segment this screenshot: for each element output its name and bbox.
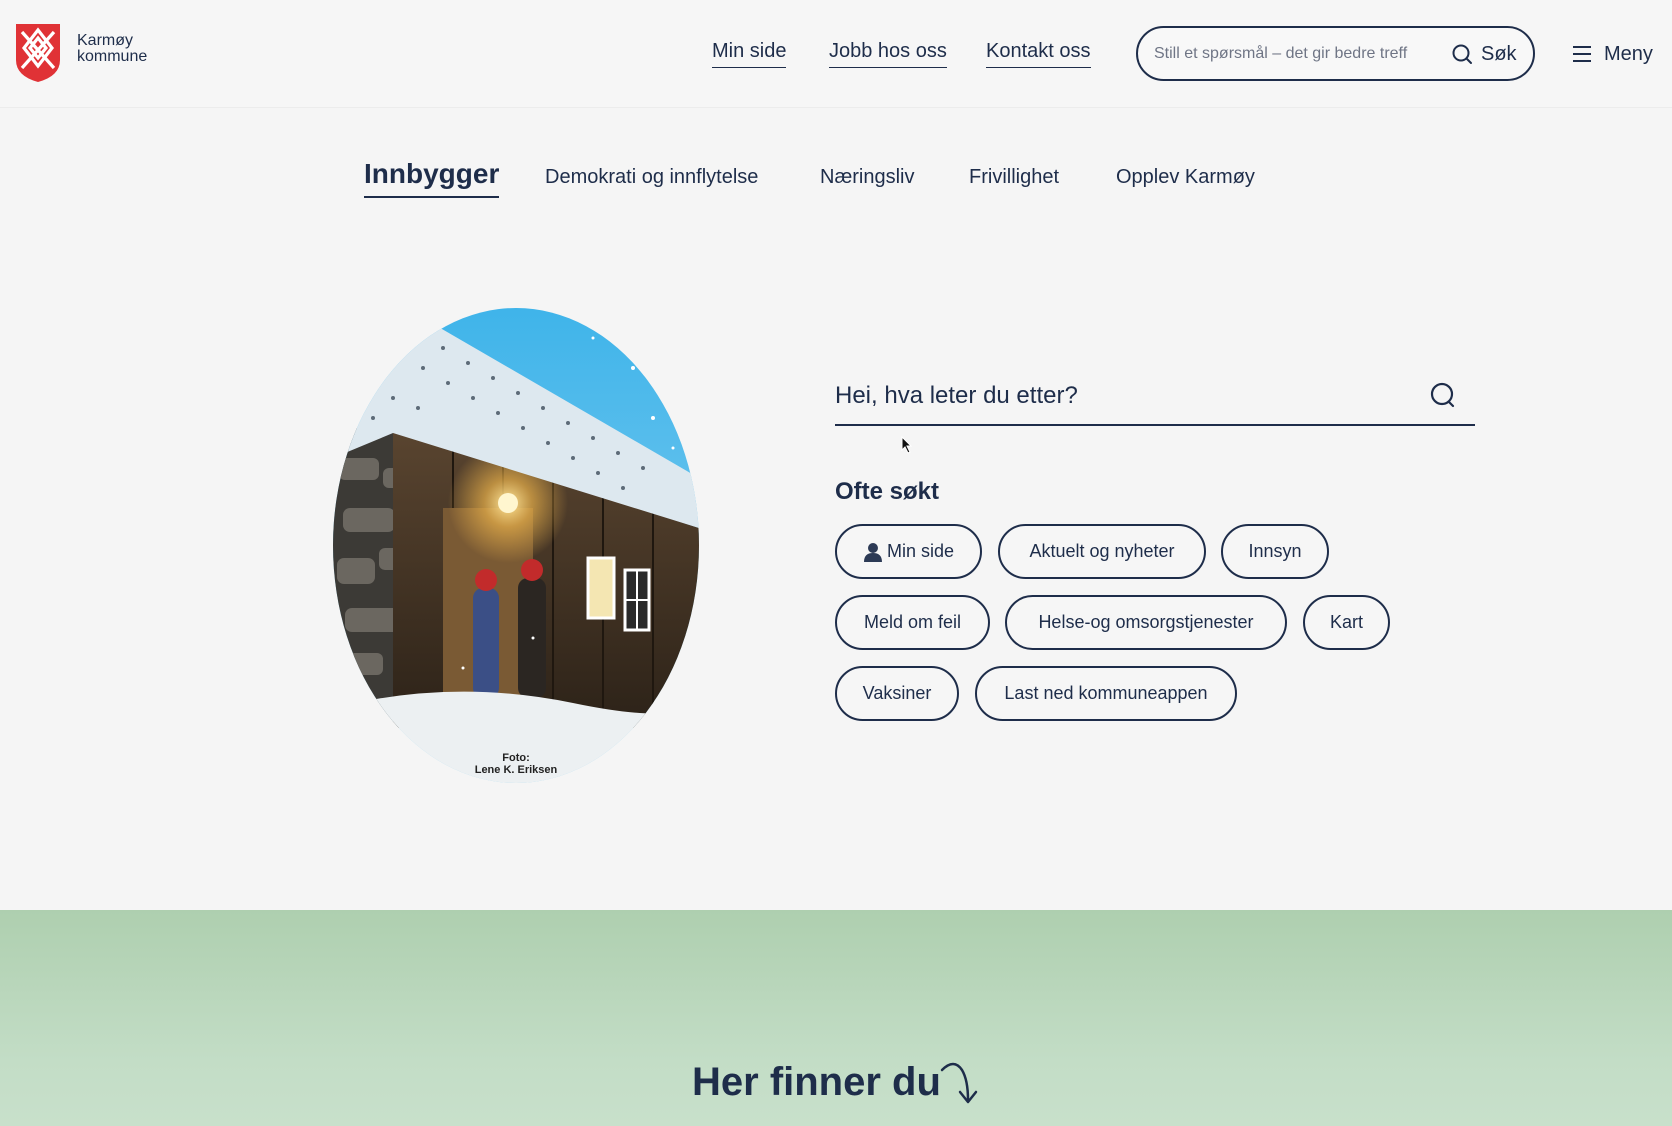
chip-helse-og-omsorgstjenester[interactable]: Helse-og omsorgstjenester bbox=[1005, 595, 1287, 650]
chip-min-side[interactable]: Min side bbox=[835, 524, 982, 579]
nav-kontakt-oss[interactable]: Kontakt oss bbox=[986, 40, 1091, 68]
menu-button[interactable]: Meny bbox=[1572, 40, 1653, 68]
chip-label: Min side bbox=[886, 541, 954, 561]
tab-naeringsliv[interactable]: Næringsliv bbox=[820, 166, 914, 189]
chip-label: Aktuelt og nyheter bbox=[1029, 541, 1175, 561]
tab-opplev-karmoy[interactable]: Opplev Karmøy bbox=[1116, 166, 1255, 189]
site-header: Karmøy kommune Min side Jobb hos oss Kon… bbox=[0, 0, 1672, 108]
photo-credit-name: Lene K. Eriksen bbox=[474, 764, 558, 776]
menu-label: Meny bbox=[1604, 42, 1653, 65]
nav-jobb-hos-oss[interactable]: Jobb hos oss bbox=[829, 40, 947, 68]
mouse-cursor-icon bbox=[901, 436, 913, 454]
coat-of-arms-icon bbox=[16, 24, 60, 82]
photo-credit: Foto: Lene K. Eriksen bbox=[333, 752, 699, 776]
karmoy-logo[interactable]: Karmøy kommune bbox=[14, 22, 164, 84]
curved-arrow-down-icon bbox=[940, 1062, 978, 1104]
logo-text: Karmøy kommune bbox=[77, 33, 147, 65]
tab-demokrati[interactable]: Demokrati og innflytelse bbox=[545, 166, 758, 189]
header-search-button[interactable]: Søk bbox=[1451, 38, 1517, 70]
chip-vaksiner[interactable]: Vaksiner bbox=[835, 666, 959, 721]
chip-label: Meld om feil bbox=[863, 612, 962, 632]
nav-min-side[interactable]: Min side bbox=[712, 40, 787, 68]
person-icon bbox=[863, 542, 882, 562]
search-icon bbox=[1452, 44, 1472, 64]
main-search-box bbox=[835, 372, 1475, 426]
main-search-input[interactable] bbox=[835, 378, 1395, 414]
chip-innsyn[interactable]: Innsyn bbox=[1221, 524, 1329, 579]
tab-frivillighet[interactable]: Frivillighet bbox=[969, 166, 1059, 189]
often-searched-title: Ofte søkt bbox=[835, 478, 940, 505]
section-title: Her finner du bbox=[692, 1060, 941, 1104]
chip-label: Vaksiner bbox=[862, 683, 932, 703]
header-search-input[interactable] bbox=[1154, 40, 1424, 68]
category-tabs: Innbygger Demokrati og innflytelse Nærin… bbox=[0, 158, 1672, 208]
chip-label: Last ned kommuneappen bbox=[1004, 683, 1208, 703]
photo-credit-label: Foto: bbox=[502, 752, 530, 764]
logo-name-line1: Karmøy bbox=[77, 32, 133, 49]
chip-label: Helse-og omsorgstjenester bbox=[1038, 612, 1254, 632]
tab-innbygger[interactable]: Innbygger bbox=[364, 158, 500, 198]
chip-label: Kart bbox=[1330, 612, 1364, 632]
winter-cabin-illustration bbox=[333, 308, 699, 783]
chip-kart[interactable]: Kart bbox=[1303, 595, 1390, 650]
search-icon[interactable] bbox=[1428, 381, 1458, 411]
hamburger-icon bbox=[1573, 46, 1591, 62]
chip-meld-om-feil[interactable]: Meld om feil bbox=[835, 595, 990, 650]
logo-name-line2: kommune bbox=[77, 48, 148, 65]
chip-label: Innsyn bbox=[1248, 541, 1302, 561]
header-search-box: Søk bbox=[1136, 26, 1535, 81]
hero-photo: Foto: Lene K. Eriksen bbox=[333, 308, 699, 783]
header-search-button-label: Søk bbox=[1481, 42, 1517, 65]
chip-aktuelt-og-nyheter[interactable]: Aktuelt og nyheter bbox=[998, 524, 1206, 579]
chip-last-ned-kommuneappen[interactable]: Last ned kommuneappen bbox=[975, 666, 1237, 721]
